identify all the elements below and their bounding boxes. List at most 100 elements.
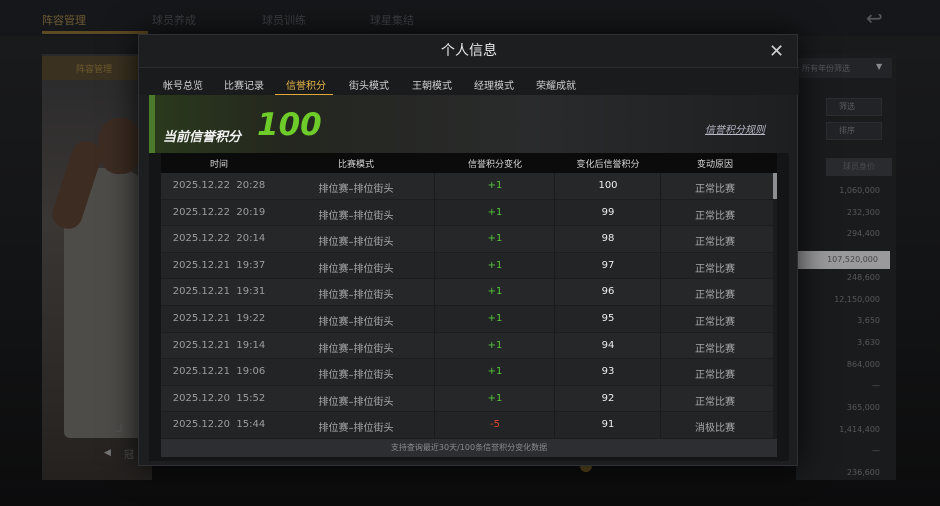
table-row: 2025.12.21 19:06 排位赛–排位街头 +1 93 正常比赛 xyxy=(161,359,773,386)
cell-date: 2025.12.20 xyxy=(172,392,231,404)
back-arrow-icon[interactable]: ↩ xyxy=(866,6,883,30)
tab-match-records[interactable]: 比赛记录 xyxy=(224,77,264,92)
cell-after-score: 92 xyxy=(601,392,615,404)
cell-reason: 正常比赛 xyxy=(695,343,735,355)
column-divider xyxy=(554,173,555,439)
table-row: 2025.12.20 15:44 排位赛–排位街头 -5 91 消极比赛 xyxy=(161,412,773,439)
cell-clock: 15:44 xyxy=(236,419,266,431)
cell-date: 2025.12.21 xyxy=(172,313,231,324)
bg-column-header: 球员身价 xyxy=(826,158,892,176)
cell-after-score: 97 xyxy=(601,259,615,271)
bg-filter-button[interactable]: 筛选 xyxy=(826,98,882,116)
column-header-time: 时间 xyxy=(209,160,228,170)
table-scrollbar-track[interactable] xyxy=(773,173,777,439)
bg-value-item: 294,400 xyxy=(846,229,880,239)
cell-delta: +1 xyxy=(487,339,503,351)
bg-value-item: — xyxy=(872,446,880,456)
cell-after-score: 93 xyxy=(601,366,615,378)
bg-sort-button[interactable]: 排序 xyxy=(826,122,882,140)
bg-player-sub-label: 冠 xyxy=(124,450,134,461)
bg-value-item: — xyxy=(872,381,880,391)
cell-date: 2025.12.21 xyxy=(172,366,231,378)
cell-reason: 正常比赛 xyxy=(695,210,735,222)
cell-reason: 正常比赛 xyxy=(695,317,735,328)
cell-clock: 19:22 xyxy=(236,313,266,324)
cell-reason: 正常比赛 xyxy=(695,237,735,249)
bg-prev-arrow-icon[interactable]: ◀ xyxy=(104,448,111,458)
cell-delta: +1 xyxy=(487,206,503,218)
table-row: 2025.12.22 20:14 排位赛–排位街头 +1 98 正常比赛 xyxy=(161,226,773,253)
cell-mode: 排位赛–排位街头 xyxy=(318,237,394,249)
column-divider xyxy=(434,173,435,439)
current-score-label: 当前信誉积分 xyxy=(163,130,242,145)
bg-value-item: 248,600 xyxy=(846,272,880,282)
cell-delta: +1 xyxy=(487,313,503,324)
bg-value-item: 365,000 xyxy=(846,403,880,412)
cell-delta: +1 xyxy=(487,392,503,404)
cell-mode: 排位赛–排位街头 xyxy=(318,263,394,275)
cell-mode: 排位赛–排位街头 xyxy=(318,343,394,355)
modal-title: 个人信息 xyxy=(441,43,497,59)
column-header-after: 变化后信誉积分 xyxy=(576,160,640,170)
cell-time: 2025.12.22 20:19 xyxy=(161,207,277,218)
bg-nav-tab-1[interactable]: 阵容管理 xyxy=(42,12,86,28)
cell-mode: 排位赛–排位街头 xyxy=(318,184,394,195)
cell-after-score: 95 xyxy=(601,313,615,324)
cell-mode: 排位赛–排位街头 xyxy=(318,290,394,302)
cell-after-score: 94 xyxy=(601,339,615,351)
banner-accent-stripe xyxy=(149,95,155,153)
table-row: 2025.12.21 19:31 排位赛–排位街头 +1 96 正常比赛 xyxy=(161,279,773,306)
bg-value-item: 3,650 xyxy=(857,316,880,326)
table-row: 2025.12.21 19:22 排位赛–排位街头 +1 95 正常比赛 xyxy=(161,306,773,333)
cell-time: 2025.12.21 19:31 xyxy=(161,286,277,297)
tab-account-overview[interactable]: 帐号总览 xyxy=(163,77,203,92)
cell-clock: 19:14 xyxy=(236,339,266,351)
bg-value-item: 1,060,000 xyxy=(839,186,880,195)
cell-reason: 正常比赛 xyxy=(695,263,735,275)
column-divider xyxy=(660,173,661,439)
column-header-delta: 信誉积分变化 xyxy=(467,160,522,170)
cell-mode: 排位赛–排位街头 xyxy=(318,317,394,328)
tab-credit-score[interactable]: 信誉积分 xyxy=(286,77,326,92)
bg-value-item: 107,520,000 xyxy=(798,251,890,270)
cell-after-score: 99 xyxy=(601,206,615,218)
cell-time: 2025.12.22 20:28 xyxy=(161,180,277,191)
cell-clock: 20:14 xyxy=(236,233,266,245)
tab-dynasty-mode[interactable]: 王朝模式 xyxy=(412,77,452,92)
bg-nav-tab-4[interactable]: 球星集结 xyxy=(370,12,414,28)
table-footer-note: 支持查询最近30天/100条信誉积分变化数据 xyxy=(161,439,777,457)
close-icon[interactable]: ✕ xyxy=(769,41,784,62)
table-row: 2025.12.20 15:52 排位赛–排位街头 +1 92 正常比赛 xyxy=(161,385,773,413)
tab-achievements[interactable]: 荣耀成就 xyxy=(536,77,576,92)
cell-date: 2025.12.22 xyxy=(172,206,231,218)
table-row: 2025.12.21 19:14 排位赛–排位街头 +1 94 正常比赛 xyxy=(161,332,773,360)
table-row: 2025.12.21 19:37 排位赛–排位街头 +1 97 正常比赛 xyxy=(161,252,773,280)
cell-delta: -5 xyxy=(490,419,500,431)
game-screen: 阵容管理 球员养成 球员训练 球星集结 ↩ 阵容管理 Ｊ ◀ 冠 所有年份筛选 … xyxy=(0,0,940,506)
bg-player-label: Ｊ xyxy=(114,422,125,435)
player-image-head xyxy=(98,118,142,174)
bg-nav-tab-3[interactable]: 球员训练 xyxy=(262,12,306,28)
personal-info-modal: 个人信息 ✕ 帐号总览 比赛记录 信誉积分 街头模式 王朝模式 经理模式 荣耀成… xyxy=(138,34,799,466)
cell-time: 2025.12.22 20:14 xyxy=(161,233,277,244)
cell-mode: 排位赛–排位街头 xyxy=(318,423,394,435)
cell-reason: 正常比赛 xyxy=(695,396,735,408)
cell-after-score: 98 xyxy=(601,233,615,245)
cell-after-score: 100 xyxy=(598,180,618,191)
tab-manager-mode[interactable]: 经理模式 xyxy=(474,77,514,92)
bg-nav-active-indicator xyxy=(42,31,148,34)
bg-value-item: 236,600 xyxy=(846,468,880,478)
cell-date: 2025.12.21 xyxy=(172,259,231,271)
cell-clock: 20:28 xyxy=(236,180,266,191)
bg-year-filter-label: 所有年份筛选 xyxy=(802,64,850,73)
bg-nav-tab-2[interactable]: 球员养成 xyxy=(152,12,196,28)
cell-clock: 19:37 xyxy=(236,259,266,271)
bg-value-item: 864,000 xyxy=(846,359,880,369)
tab-street-mode[interactable]: 街头模式 xyxy=(349,77,389,92)
table-scrollbar-thumb[interactable] xyxy=(773,173,777,199)
bg-left-tab-label: 阵容管理 xyxy=(76,65,113,75)
cell-after-score: 96 xyxy=(601,286,615,298)
score-rules-link[interactable]: 信誉积分规则 xyxy=(705,121,765,136)
bg-value-item: 3,630 xyxy=(857,337,880,347)
cell-reason: 正常比赛 xyxy=(695,370,735,382)
